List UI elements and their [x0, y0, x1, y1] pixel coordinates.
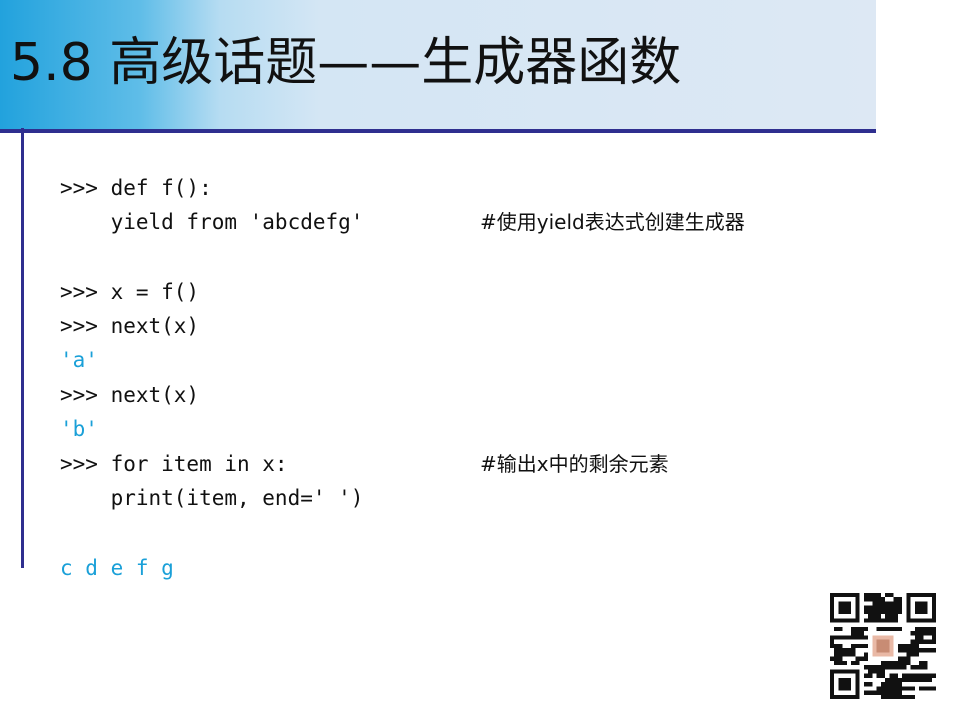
code-line-next-2: >>> next(x)	[60, 383, 200, 407]
code-line-for: >>> for item in x:	[60, 452, 288, 476]
comment-remaining: #输出x中的剩余元素	[480, 452, 669, 476]
output-line-a: 'a'	[60, 348, 98, 372]
output-line-remaining: c d e f g	[60, 556, 174, 580]
code-line-yield: yield from 'abcdefg'	[60, 210, 364, 234]
title-underline	[0, 129, 876, 133]
code-line-next-1: >>> next(x)	[60, 314, 200, 338]
left-vertical-rule	[21, 128, 24, 568]
code-line-print: print(item, end=' ')	[60, 486, 364, 510]
comment-generator: #使用yield表达式创建生成器	[480, 210, 745, 234]
code-line-assign: >>> x = f()	[60, 280, 200, 304]
slide-title: 5.8 高级话题——生成器函数	[10, 33, 682, 93]
code-line-def: >>> def f():	[60, 176, 212, 200]
qr-code-icon	[830, 593, 936, 699]
output-line-b: 'b'	[60, 417, 98, 441]
